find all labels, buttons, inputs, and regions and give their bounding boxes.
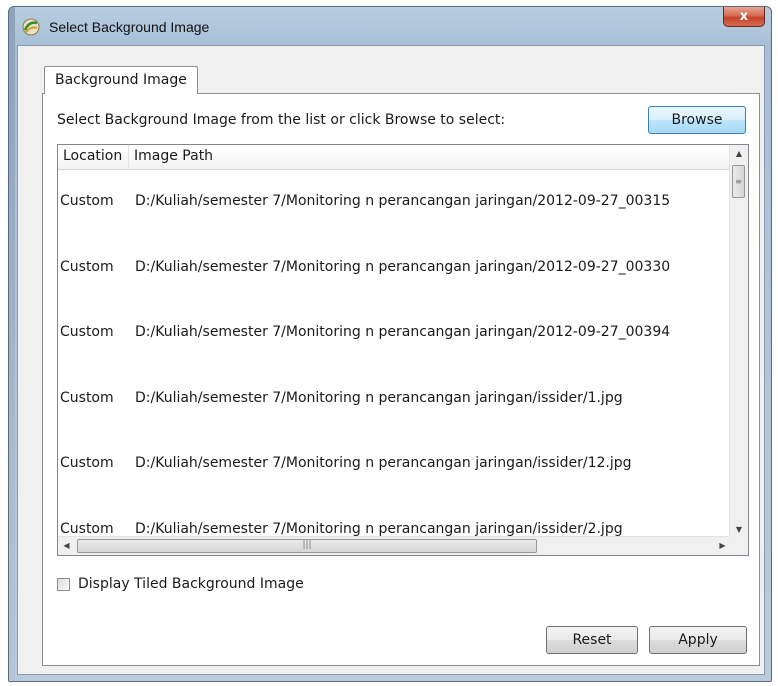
browse-button[interactable]: Browse bbox=[648, 106, 746, 134]
tab-background-image[interactable]: Background Image bbox=[44, 66, 198, 94]
cell-location: Custom bbox=[60, 389, 114, 406]
column-header-location[interactable]: Location bbox=[58, 145, 129, 169]
vertical-scroll-thumb[interactable]: ≡ bbox=[732, 165, 745, 198]
window-title: Select Background Image bbox=[49, 19, 210, 35]
app-icon bbox=[21, 17, 41, 37]
column-header-image-path[interactable]: Image Path bbox=[129, 145, 730, 169]
list-rows: Custom D:/Kuliah/semester 7/Monitoring n… bbox=[58, 169, 730, 555]
list-item[interactable]: Custom D:/Kuliah/semester 7/Monitoring n… bbox=[58, 366, 730, 432]
horizontal-scroll-thumb[interactable]: ||| bbox=[77, 539, 537, 553]
cell-image-path: D:/Kuliah/semester 7/Monitoring n peranc… bbox=[135, 389, 623, 406]
cell-image-path: D:/Kuliah/semester 7/Monitoring n peranc… bbox=[135, 455, 632, 471]
arrow-left-icon[interactable]: ◀ bbox=[58, 537, 75, 555]
close-button[interactable]: x bbox=[723, 7, 765, 27]
title-bar[interactable]: Select Background Image x bbox=[9, 7, 771, 47]
arrow-up-icon[interactable]: ▲ bbox=[730, 145, 748, 162]
cell-location: Custom bbox=[60, 455, 114, 471]
cell-location: Custom bbox=[60, 258, 114, 275]
cell-image-path: D:/Kuliah/semester 7/Monitoring n peranc… bbox=[135, 520, 623, 537]
list-item[interactable]: Custom D:/Kuliah/semester 7/Monitoring n… bbox=[58, 431, 730, 497]
apply-button[interactable]: Apply bbox=[649, 626, 747, 654]
list-header: Location Image Path bbox=[58, 145, 730, 170]
instruction-text: Select Background Image from the list or… bbox=[57, 112, 506, 128]
scroll-corner bbox=[729, 536, 748, 555]
list-item[interactable]: Custom D:/Kuliah/semester 7/Monitoring n… bbox=[58, 235, 730, 301]
cell-location: Custom bbox=[60, 324, 114, 340]
display-tiled-checkbox[interactable] bbox=[57, 577, 70, 591]
tiled-option[interactable]: Display Tiled Background Image bbox=[57, 576, 304, 592]
cell-location: Custom bbox=[60, 520, 114, 537]
display-tiled-label: Display Tiled Background Image bbox=[78, 576, 304, 592]
dialog-window: Select Background Image x Background Ima… bbox=[8, 6, 772, 682]
dialog-client-area: Background Image Select Background Image… bbox=[17, 45, 765, 675]
close-icon: x bbox=[739, 9, 749, 24]
cell-image-path: D:/Kuliah/semester 7/Monitoring n peranc… bbox=[135, 258, 671, 275]
reset-button[interactable]: Reset bbox=[546, 626, 638, 654]
tab-panel: Select Background Image from the list or… bbox=[42, 93, 760, 666]
image-list[interactable]: Location Image Path Custom D:/Kuliah/sem… bbox=[57, 144, 749, 556]
list-item[interactable]: Custom D:/Kuliah/semester 7/Monitoring n… bbox=[58, 169, 730, 235]
cell-location: Custom bbox=[60, 193, 114, 209]
cell-image-path: D:/Kuliah/semester 7/Monitoring n peranc… bbox=[135, 193, 671, 209]
cell-image-path: D:/Kuliah/semester 7/Monitoring n peranc… bbox=[135, 324, 671, 340]
vertical-scrollbar[interactable]: ▲ ≡ ▼ bbox=[729, 145, 748, 538]
list-item[interactable]: Custom D:/Kuliah/semester 7/Monitoring n… bbox=[58, 300, 730, 366]
horizontal-scrollbar[interactable]: ◀ ||| ▶ bbox=[58, 536, 731, 555]
